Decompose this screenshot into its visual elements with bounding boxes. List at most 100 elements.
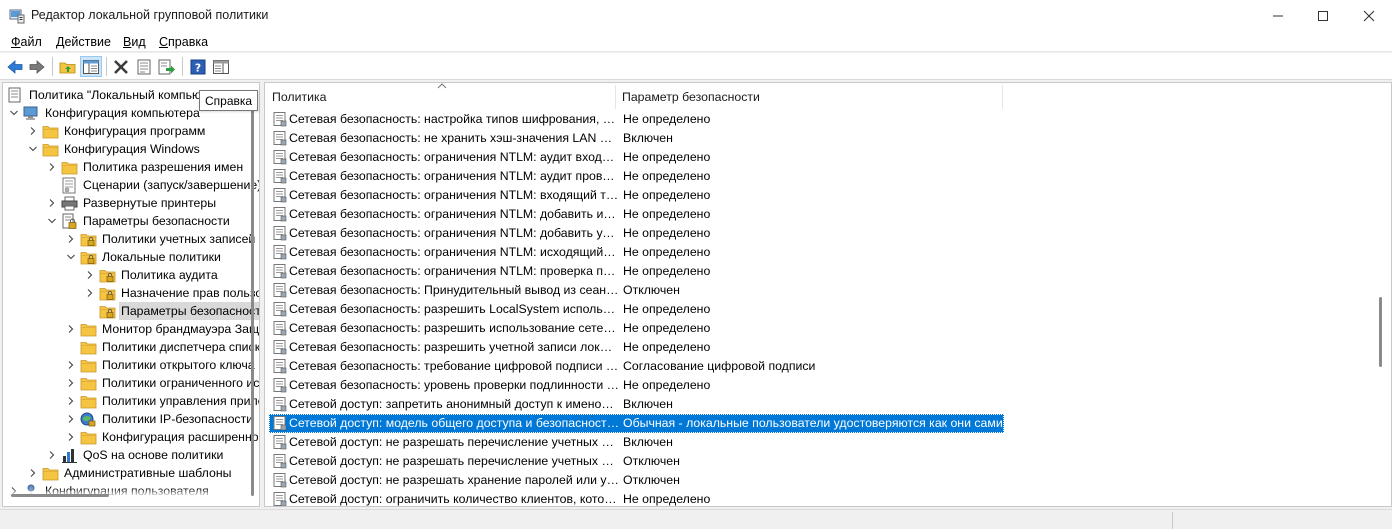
menu-help[interactable]: Справка bbox=[159, 35, 208, 49]
menu-file[interactable]: Файл bbox=[11, 35, 42, 49]
policy-row[interactable]: Сетевая безопасность: разрешить учетной … bbox=[269, 338, 1004, 357]
policy-row[interactable]: Сетевой доступ: не разрешать перечислени… bbox=[269, 433, 1004, 452]
policy-row[interactable]: Сетевой доступ: ограничить количество кл… bbox=[269, 490, 1004, 506]
policy-row[interactable]: Сетевая безопасность: ограничения NTLM: … bbox=[269, 167, 1004, 186]
tree-item[interactable]: Политики учетных записей bbox=[63, 230, 257, 248]
tree-item-label: Развернутые принтеры bbox=[83, 196, 217, 210]
chevron-down-icon[interactable] bbox=[63, 248, 79, 266]
group-policy-app-icon bbox=[9, 9, 25, 24]
chevron-down-icon[interactable] bbox=[44, 212, 60, 230]
tree-item[interactable]: Политики открытого ключа bbox=[63, 356, 257, 374]
tree-vertical-scrollbar[interactable] bbox=[251, 91, 254, 496]
tree-item[interactable]: Сценарии (запуск/завершение) bbox=[44, 176, 259, 194]
close-button[interactable] bbox=[1346, 0, 1392, 32]
policy-row[interactable]: Сетевая безопасность: разрешить LocalSys… bbox=[269, 300, 1004, 319]
tree-item[interactable]: Локальные политики bbox=[63, 248, 223, 266]
tree-item[interactable]: Политики управления приложениями bbox=[63, 392, 259, 410]
toolbar-separator bbox=[52, 57, 53, 76]
policy-row[interactable]: Сетевая безопасность: ограничения NTLM: … bbox=[269, 262, 1004, 281]
chevron-right-icon[interactable] bbox=[44, 158, 60, 176]
show-hide-tree-button[interactable] bbox=[80, 56, 102, 77]
tree-horizontal-scrollbar[interactable] bbox=[11, 494, 109, 497]
policy-name-cell: Сетевая безопасность: настройка типов ши… bbox=[289, 112, 619, 126]
tree-item[interactable]: Параметры безопасности bbox=[44, 212, 232, 230]
svg-text:?: ? bbox=[195, 61, 201, 74]
tree-item[interactable]: Параметры безопасности bbox=[82, 302, 259, 320]
chevron-right-icon[interactable] bbox=[44, 446, 60, 464]
chevron-right-icon[interactable] bbox=[25, 464, 41, 482]
menu-view[interactable]: Вид bbox=[123, 35, 146, 49]
policy-row[interactable]: Сетевая безопасность: ограничения NTLM: … bbox=[269, 205, 1004, 224]
tree-item[interactable]: Конфигурация расширенной политики аудита bbox=[63, 428, 259, 446]
tree-item[interactable]: Политики диспетчера списка сетей bbox=[63, 338, 259, 356]
chevron-right-icon[interactable] bbox=[25, 122, 41, 140]
chevron-right-icon[interactable] bbox=[63, 374, 79, 392]
column-header-setting[interactable]: Параметр безопасности bbox=[615, 83, 1002, 110]
policy-row[interactable]: Сетевой доступ: модель общего доступа и … bbox=[269, 414, 1004, 433]
status-bar bbox=[0, 509, 1392, 529]
security-setting-cell: Не определено bbox=[623, 150, 711, 164]
column-separator[interactable] bbox=[1002, 85, 1003, 109]
tree-item[interactable]: Политики ограниченного использования про… bbox=[63, 374, 259, 392]
export-list-button[interactable] bbox=[156, 56, 178, 77]
chevron-right-icon[interactable] bbox=[63, 230, 79, 248]
chevron-down-icon[interactable] bbox=[6, 104, 22, 122]
tree-item[interactable]: Развернутые принтеры bbox=[44, 194, 218, 212]
properties-button[interactable] bbox=[133, 56, 155, 77]
menu-file-mnemonic: Ф bbox=[11, 35, 21, 49]
menu-action[interactable]: Действие bbox=[56, 35, 111, 49]
chevron-right-icon[interactable] bbox=[63, 320, 79, 338]
policy-row[interactable]: Сетевая безопасность: ограничения NTLM: … bbox=[269, 148, 1004, 167]
chevron-right-icon[interactable] bbox=[63, 428, 79, 446]
tree-item[interactable]: Политика разрешения имен bbox=[44, 158, 245, 176]
chevron-right-icon[interactable] bbox=[63, 410, 79, 428]
policy-row[interactable]: Сетевая безопасность: требование цифрово… bbox=[269, 357, 1004, 376]
forward-button[interactable] bbox=[26, 56, 48, 77]
tree-item[interactable]: Политики IP-безопасности bbox=[63, 410, 255, 428]
help-button[interactable]: ? bbox=[187, 56, 209, 77]
menu-help-rest: правка bbox=[168, 35, 209, 49]
chevron-right-icon[interactable] bbox=[44, 194, 60, 212]
policy-setting-icon bbox=[272, 187, 288, 203]
security-setting-cell: Отключен bbox=[623, 473, 680, 487]
maximize-button[interactable] bbox=[1300, 0, 1346, 32]
policy-row[interactable]: Сетевая безопасность: ограничения NTLM: … bbox=[269, 224, 1004, 243]
policy-row[interactable]: Сетевой доступ: не разрешать перечислени… bbox=[269, 452, 1004, 471]
tree-item[interactable]: Назначение прав пользователя bbox=[82, 284, 259, 302]
tree-item[interactable]: QoS на основе политики bbox=[44, 446, 225, 464]
tree-item[interactable]: Конфигурация программ bbox=[25, 122, 207, 140]
chevron-right-icon[interactable] bbox=[82, 284, 98, 302]
policy-setting-icon bbox=[272, 434, 288, 450]
policy-row[interactable]: Сетевая безопасность: ограничения NTLM: … bbox=[269, 243, 1004, 262]
tree-item[interactable]: Конфигурация компьютера bbox=[6, 104, 202, 122]
tree-item-label: Политики ограниченного использования про… bbox=[102, 376, 259, 390]
up-level-button[interactable] bbox=[57, 56, 79, 77]
tree-pane[interactable]: Политика "Локальный компьютер" Конфигурац… bbox=[2, 82, 260, 507]
policy-row[interactable]: Сетевая безопасность: не хранить хэш-зна… bbox=[269, 129, 1004, 148]
chevron-right-icon[interactable] bbox=[63, 392, 79, 410]
tree-item[interactable]: Политика "Локальный компьютер" bbox=[6, 86, 226, 104]
tree-item[interactable]: Политика аудита bbox=[82, 266, 220, 284]
tree-item[interactable]: Монитор брандмауэра Защитника Windows bbox=[63, 320, 259, 338]
tree-item-label: Политика "Локальный компьютер" bbox=[29, 88, 225, 102]
policy-row[interactable]: Сетевой доступ: не разрешать хранение па… bbox=[269, 471, 1004, 490]
back-button[interactable] bbox=[4, 56, 26, 77]
chevron-right-icon[interactable] bbox=[82, 266, 98, 284]
show-action-pane-button[interactable] bbox=[210, 56, 232, 77]
policy-row[interactable]: Сетевая безопасность: ограничения NTLM: … bbox=[269, 186, 1004, 205]
tree-item[interactable]: Конфигурация Windows bbox=[25, 140, 202, 158]
policy-row[interactable]: Сетевая безопасность: настройка типов ши… bbox=[269, 110, 1004, 129]
list-vertical-scrollbar[interactable] bbox=[1379, 297, 1382, 367]
policy-row[interactable]: Сетевая безопасность: Принудительный выв… bbox=[269, 281, 1004, 300]
chevron-right-icon[interactable] bbox=[63, 356, 79, 374]
policy-setting-icon bbox=[272, 491, 288, 506]
delete-button[interactable] bbox=[110, 56, 132, 77]
policy-row[interactable]: Сетевая безопасность: разрешить использо… bbox=[269, 319, 1004, 338]
policy-setting-icon bbox=[272, 377, 288, 393]
chevron-down-icon[interactable] bbox=[25, 140, 41, 158]
policy-row[interactable]: Сетевой доступ: запретить анонимный дост… bbox=[269, 395, 1004, 414]
policy-row[interactable]: Сетевая безопасность: уровень проверки п… bbox=[269, 376, 1004, 395]
tree-item[interactable]: Административные шаблоны bbox=[25, 464, 233, 482]
minimize-button[interactable] bbox=[1255, 0, 1301, 32]
policy-list-pane[interactable]: Политика Параметр безопасности Сетевая б… bbox=[264, 82, 1392, 507]
